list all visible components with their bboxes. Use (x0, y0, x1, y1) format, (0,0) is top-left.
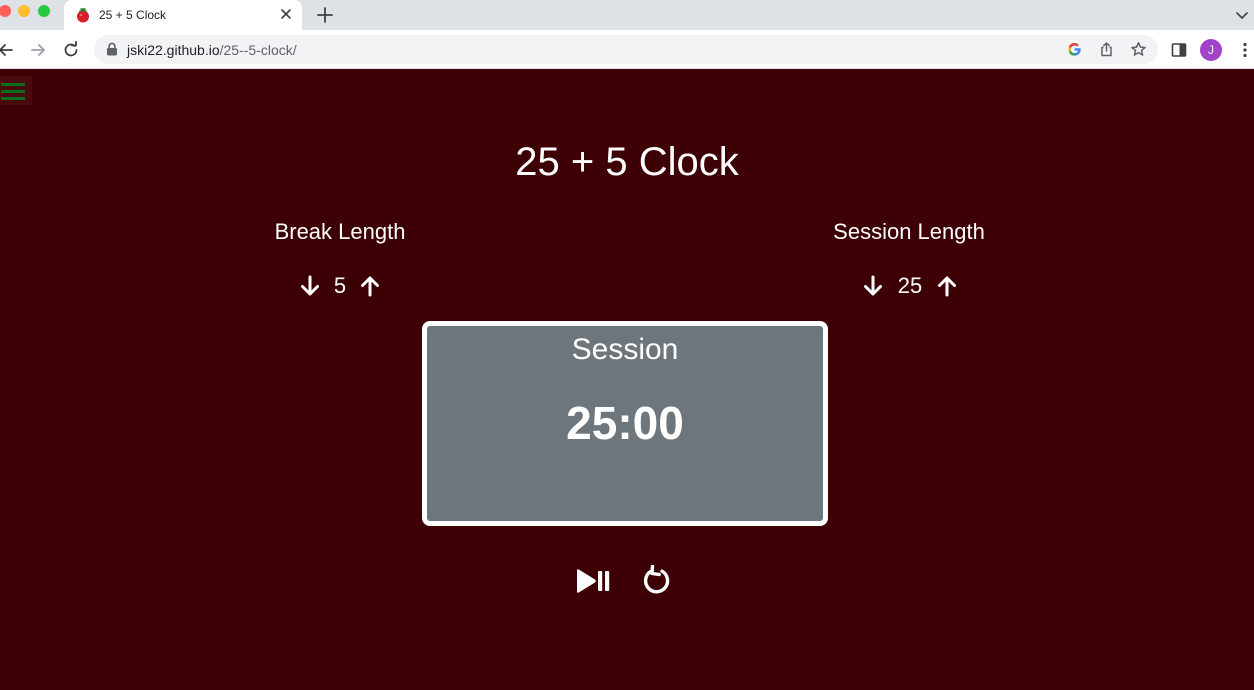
tab-title: 25 + 5 Clock (99, 8, 167, 22)
star-icon[interactable] (1130, 41, 1147, 58)
timer-label: Session (571, 333, 679, 366)
break-decrement-arrow-down-icon[interactable] (298, 274, 322, 298)
time-left: 25:00 (566, 397, 684, 449)
play-pause-icon[interactable] (575, 567, 611, 595)
browser-tab-bar: 25 + 5 Clock (0, 0, 1254, 30)
session-decrement-arrow-down-icon[interactable] (861, 274, 885, 298)
google-icon[interactable] (1066, 41, 1083, 58)
break-increment-arrow-up-icon[interactable] (358, 274, 382, 298)
share-icon[interactable] (1098, 41, 1115, 58)
reload-icon[interactable] (62, 41, 80, 59)
lock-icon[interactable] (106, 42, 118, 56)
browser-tab[interactable]: 25 + 5 Clock (64, 0, 302, 30)
address-bar[interactable]: jski22.github.io/25--5-clock/ (94, 35, 1158, 64)
break-label: Break Length (274, 219, 406, 244)
back-icon[interactable] (0, 41, 15, 59)
tomato-icon (77, 7, 89, 23)
timer-panel: Session 25:00 (422, 321, 828, 526)
browser-toolbar: jski22.github.io/25--5-clock/ J (0, 30, 1254, 69)
chevron-down-icon[interactable] (1235, 8, 1249, 22)
page-title: 25 + 5 Clock (515, 140, 739, 184)
tab-close-icon[interactable] (279, 7, 293, 21)
session-increment-arrow-up-icon[interactable] (935, 274, 959, 298)
window-close-button[interactable] (0, 5, 11, 17)
hamburger-icon[interactable] (0, 76, 32, 105)
new-tab-icon[interactable] (316, 6, 334, 24)
side-panel-icon[interactable] (1170, 41, 1188, 59)
window-minimize-button[interactable] (18, 5, 30, 17)
session-length-value: 25 (897, 273, 923, 298)
refresh-icon[interactable] (641, 565, 673, 597)
forward-icon[interactable] (29, 41, 47, 59)
url-domain: jski22.github.io (127, 42, 220, 58)
break-length-value: 5 (333, 273, 347, 298)
url-text: jski22.github.io/25--5-clock/ (127, 42, 297, 58)
url-path: /25--5-clock/ (219, 42, 297, 58)
window-maximize-button[interactable] (38, 5, 50, 17)
profile-avatar[interactable]: J (1200, 39, 1222, 61)
more-options-icon[interactable] (1236, 41, 1254, 59)
session-label: Session Length (833, 219, 985, 244)
